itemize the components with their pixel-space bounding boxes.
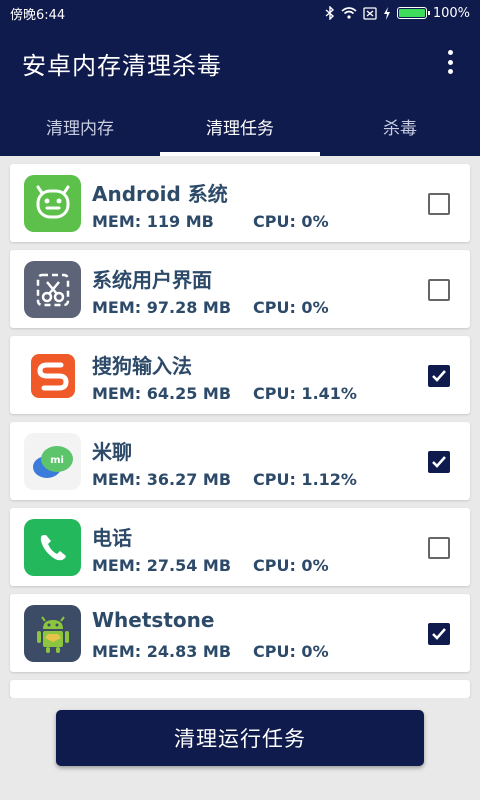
task-list[interactable]: Android 系统 MEM: 119 MB CPU: 0% 系统用户界面 ME… xyxy=(10,164,470,706)
clean-running-tasks-button[interactable]: 清理运行任务 xyxy=(56,710,424,766)
task-mem: MEM: 97.28 MB xyxy=(92,298,232,317)
task-item-system-ui[interactable]: 系统用户界面 MEM: 97.28 MB CPU: 0% xyxy=(10,250,470,328)
task-name: 电话 xyxy=(92,526,132,550)
task-item-android-system[interactable]: Android 系统 MEM: 119 MB CPU: 0% xyxy=(10,164,470,242)
battery-text: 100% xyxy=(432,5,470,21)
task-cpu: CPU: 1.41% xyxy=(253,384,357,403)
task-cpu: CPU: 0% xyxy=(253,212,329,231)
task-item-sogou-input[interactable]: 搜狗输入法 MEM: 64.25 MB CPU: 1.41% xyxy=(10,336,470,414)
system-ui-icon xyxy=(24,261,81,318)
task-name: 米聊 xyxy=(92,440,132,464)
mitalk-icon: mi xyxy=(24,433,81,490)
tab-bar: 清理内存 清理任务 杀毒 xyxy=(0,96,480,156)
task-checkbox[interactable] xyxy=(428,279,450,301)
task-mem: MEM: 119 MB xyxy=(92,212,214,231)
task-name: 系统用户界面 xyxy=(92,268,212,292)
battery-icon xyxy=(396,7,430,19)
menu-dot-icon xyxy=(447,50,453,55)
bluetooth-icon xyxy=(325,6,335,20)
task-cpu: CPU: 0% xyxy=(253,298,329,317)
task-cpu: CPU: 0% xyxy=(253,556,329,575)
task-name: Android 系统 xyxy=(92,182,228,206)
no-sim-icon xyxy=(363,6,377,20)
task-mem: MEM: 36.27 MB xyxy=(92,470,232,489)
task-name: 搜狗输入法 xyxy=(92,354,192,378)
task-item-whetstone[interactable]: Whetstone MEM: 24.83 MB CPU: 0% xyxy=(10,594,470,672)
status-time: 傍晚6:44 xyxy=(10,7,66,23)
task-checkbox[interactable] xyxy=(428,451,450,473)
task-item-partial[interactable] xyxy=(10,680,470,698)
charging-icon xyxy=(383,6,391,20)
tab-antivirus[interactable]: 杀毒 xyxy=(320,96,480,156)
app-title: 安卓内存清理杀毒 xyxy=(22,52,222,80)
tab-clean-memory[interactable]: 清理内存 xyxy=(0,96,160,156)
task-item-phone[interactable]: 电话 MEM: 27.54 MB CPU: 0% xyxy=(10,508,470,586)
svg-text:mi: mi xyxy=(50,455,64,466)
task-checkbox[interactable] xyxy=(428,193,450,215)
task-cpu: CPU: 0% xyxy=(253,642,329,661)
sogou-input-icon xyxy=(24,347,81,404)
status-bar: 傍晚6:44 100% xyxy=(0,0,480,26)
tab-clean-tasks[interactable]: 清理任务 xyxy=(160,96,320,156)
app-bar: 安卓内存清理杀毒 xyxy=(0,26,480,96)
whetstone-icon xyxy=(24,605,81,662)
task-item-mitalk[interactable]: mi 米聊 MEM: 36.27 MB CPU: 1.12% xyxy=(10,422,470,500)
task-mem: MEM: 64.25 MB xyxy=(92,384,232,403)
menu-dot-icon xyxy=(447,69,453,74)
task-mem: MEM: 27.54 MB xyxy=(92,556,232,575)
task-checkbox[interactable] xyxy=(428,537,450,559)
overflow-menu-button[interactable] xyxy=(438,50,462,74)
battery-level xyxy=(398,9,425,17)
menu-dot-icon xyxy=(447,59,453,65)
wifi-icon xyxy=(341,7,357,19)
phone-icon xyxy=(24,519,81,576)
status-icons: 100% xyxy=(325,6,470,21)
task-name: Whetstone xyxy=(92,608,215,632)
task-checkbox[interactable] xyxy=(428,623,450,645)
bottom-action-area: 清理运行任务 xyxy=(0,698,480,800)
android-system-icon xyxy=(24,175,81,232)
task-mem: MEM: 24.83 MB xyxy=(92,642,232,661)
task-cpu: CPU: 1.12% xyxy=(253,470,357,489)
task-checkbox[interactable] xyxy=(428,365,450,387)
